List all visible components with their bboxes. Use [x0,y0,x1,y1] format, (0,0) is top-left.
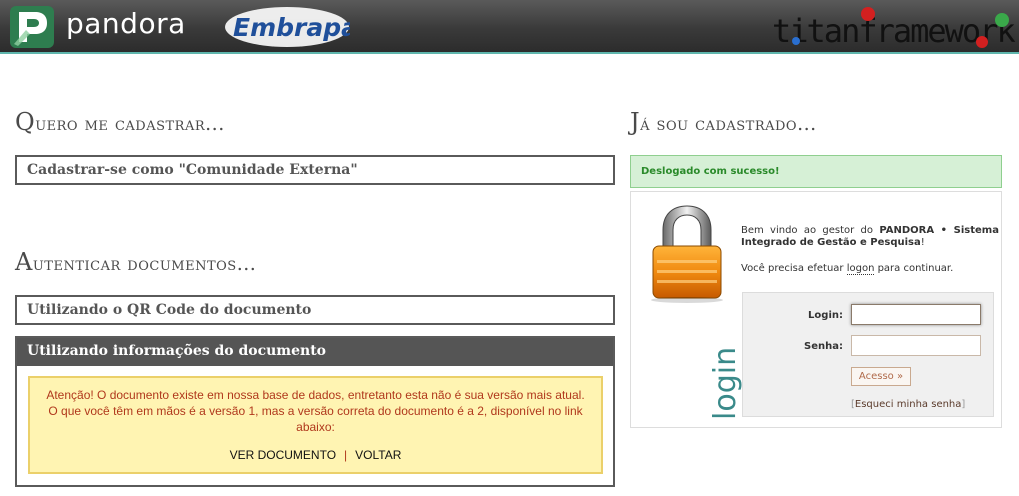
info-panel-title[interactable]: Utilizando informações do documento [17,338,613,366]
password-input[interactable] [851,335,981,356]
login-label: Login: [808,310,843,321]
welcome-text: Bem vindo ao gestor do PANDORA • Sistema… [741,225,999,248]
svg-text:login: login [708,347,743,420]
embrapa-logo-text: Embrapa [233,13,350,42]
top-header: pandora Embrapa titanframework [0,0,1019,54]
view-document-link[interactable]: VER DOCUMENTO [230,448,336,462]
login-form: Login: Senha: Acesso » [Esqueci minha se… [742,292,994,417]
app-name: pandora [66,7,186,40]
forgot-password-link[interactable]: [Esqueci minha senha] [851,399,965,410]
pandora-p-icon [10,6,54,48]
alert-message: Atenção! O documento existe em nossa bas… [46,388,585,434]
password-label: Senha: [804,341,843,352]
authenticate-heading: Autenticar documentos... [15,248,257,276]
titan-framework-logo: titanframework [772,7,1017,50]
external-community-link[interactable]: Cadastrar-se como "Comunidade Externa" [15,155,615,185]
success-message: Deslogado com sucesso! [630,155,1002,188]
qr-code-link[interactable]: Utilizando o QR Code do documento [15,295,615,325]
padlock-icon [651,205,723,303]
register-heading: Quero me cadastrar... [15,108,225,136]
login-box: Bem vindo ao gestor do PANDORA • Sistema… [630,191,1002,428]
version-warning-alert: Atenção! O documento existe em nossa bas… [28,376,603,474]
embrapa-logo: Embrapa [225,7,350,47]
document-info-panel: Utilizando informações do documento Aten… [15,336,615,487]
link-separator: | [344,448,348,462]
login-input[interactable] [851,304,981,325]
alert-actions: VER DOCUMENTO | VOLTAR [30,447,601,463]
access-button[interactable]: Acesso » [851,367,911,386]
logon-instruction: Você precisa efetuar logon para continua… [741,263,954,275]
back-link[interactable]: VOLTAR [355,448,401,462]
login-heading: Já sou cadastrado... [630,108,817,136]
